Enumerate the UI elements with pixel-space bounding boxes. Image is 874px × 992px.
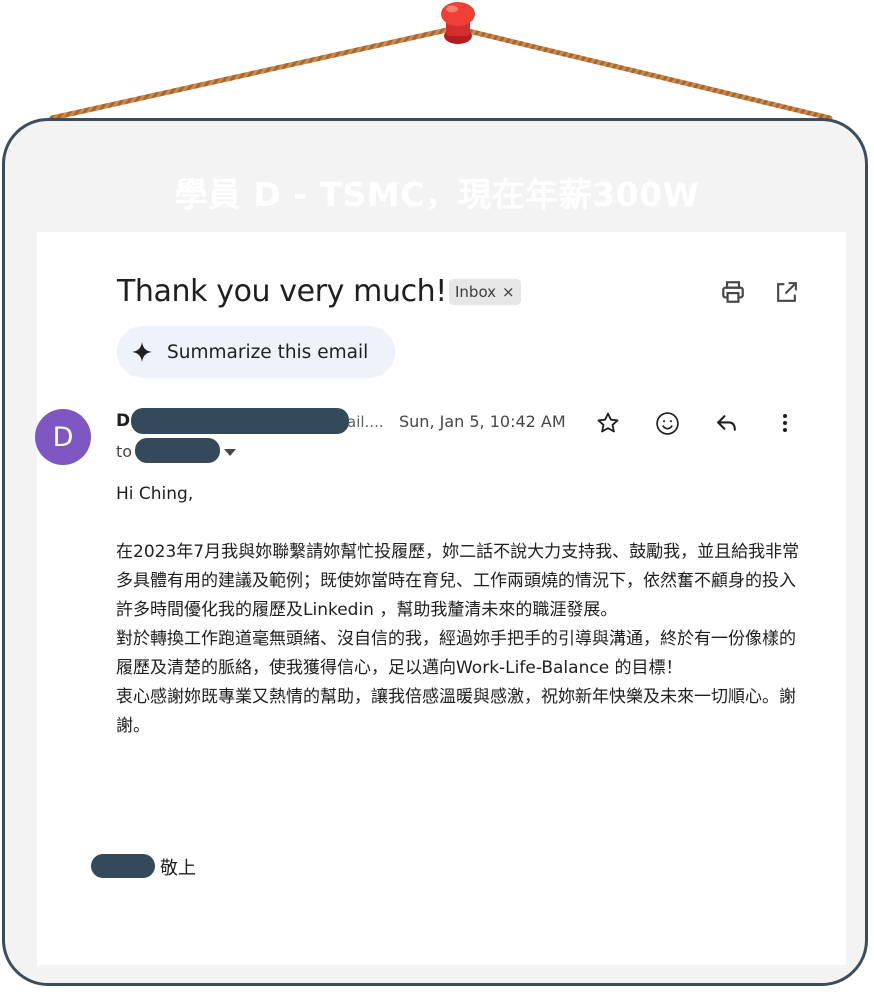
open-in-new-icon [776,281,797,302]
body-paragraph: 在2023年7月我與妳聯繫請妳幫忙投履歷，妳二話不說大力支持我、鼓勵我，並且給我… [116,542,800,620]
email-subject: Thank you very much! [117,274,447,309]
open-in-new-window-button[interactable] [770,276,802,308]
sender-avatar[interactable]: D [35,409,91,465]
recipient-label: to [116,442,133,461]
chevron-down-icon[interactable] [223,447,237,457]
email-date: Sun, Jan 5, 10:42 AM [399,412,566,431]
label-text: Inbox [455,283,497,301]
body-paragraph: 衷心感謝妳既專業又熱情的幫助，讓我倍感溫暖與感激，祝妳新年快樂及未來一切順心。謝… [116,687,796,736]
reply-icon [716,414,736,431]
sender-address-tail: ail.... [347,413,384,431]
star-icon [597,412,619,433]
reply-button[interactable] [710,407,742,439]
sender-name[interactable]: D [116,411,130,431]
email-signoff: 敬上 [160,858,196,879]
email-greeting: Hi Ching, [116,484,194,504]
print-icon [722,281,744,303]
frame-title: 學員 D - TSMC，現在年薪300W [174,175,700,214]
more-vert-icon [783,414,787,432]
more-options-button[interactable] [769,407,801,439]
body-paragraph: 對於轉換工作跑道毫無頭緒、沒自信的我，經過妳手把手的引導與溝通，終於有一份像樣的… [116,629,796,678]
star-button[interactable] [592,407,624,439]
summarize-email-button[interactable]: Summarize this email [117,326,395,378]
redacted-signature-name [91,854,155,878]
redacted-recipient [135,438,220,463]
email-card: Thank you very much! Inbox × Summarize t… [35,232,846,965]
email-body: Hi Ching, 在2023年7月我與妳聯繫請妳幫忙投履歷，妳二話不說大力支持… [116,480,808,741]
print-button[interactable] [717,276,749,308]
sparkle-icon [131,341,153,363]
redacted-sender-address [131,408,349,434]
remove-label-button[interactable]: × [502,283,515,301]
summarize-label: Summarize this email [167,341,369,363]
inbox-label-chip: Inbox × [449,279,521,305]
push-pin-icon [441,2,475,44]
emoji-icon [655,411,679,435]
add-reaction-button[interactable] [651,407,683,439]
